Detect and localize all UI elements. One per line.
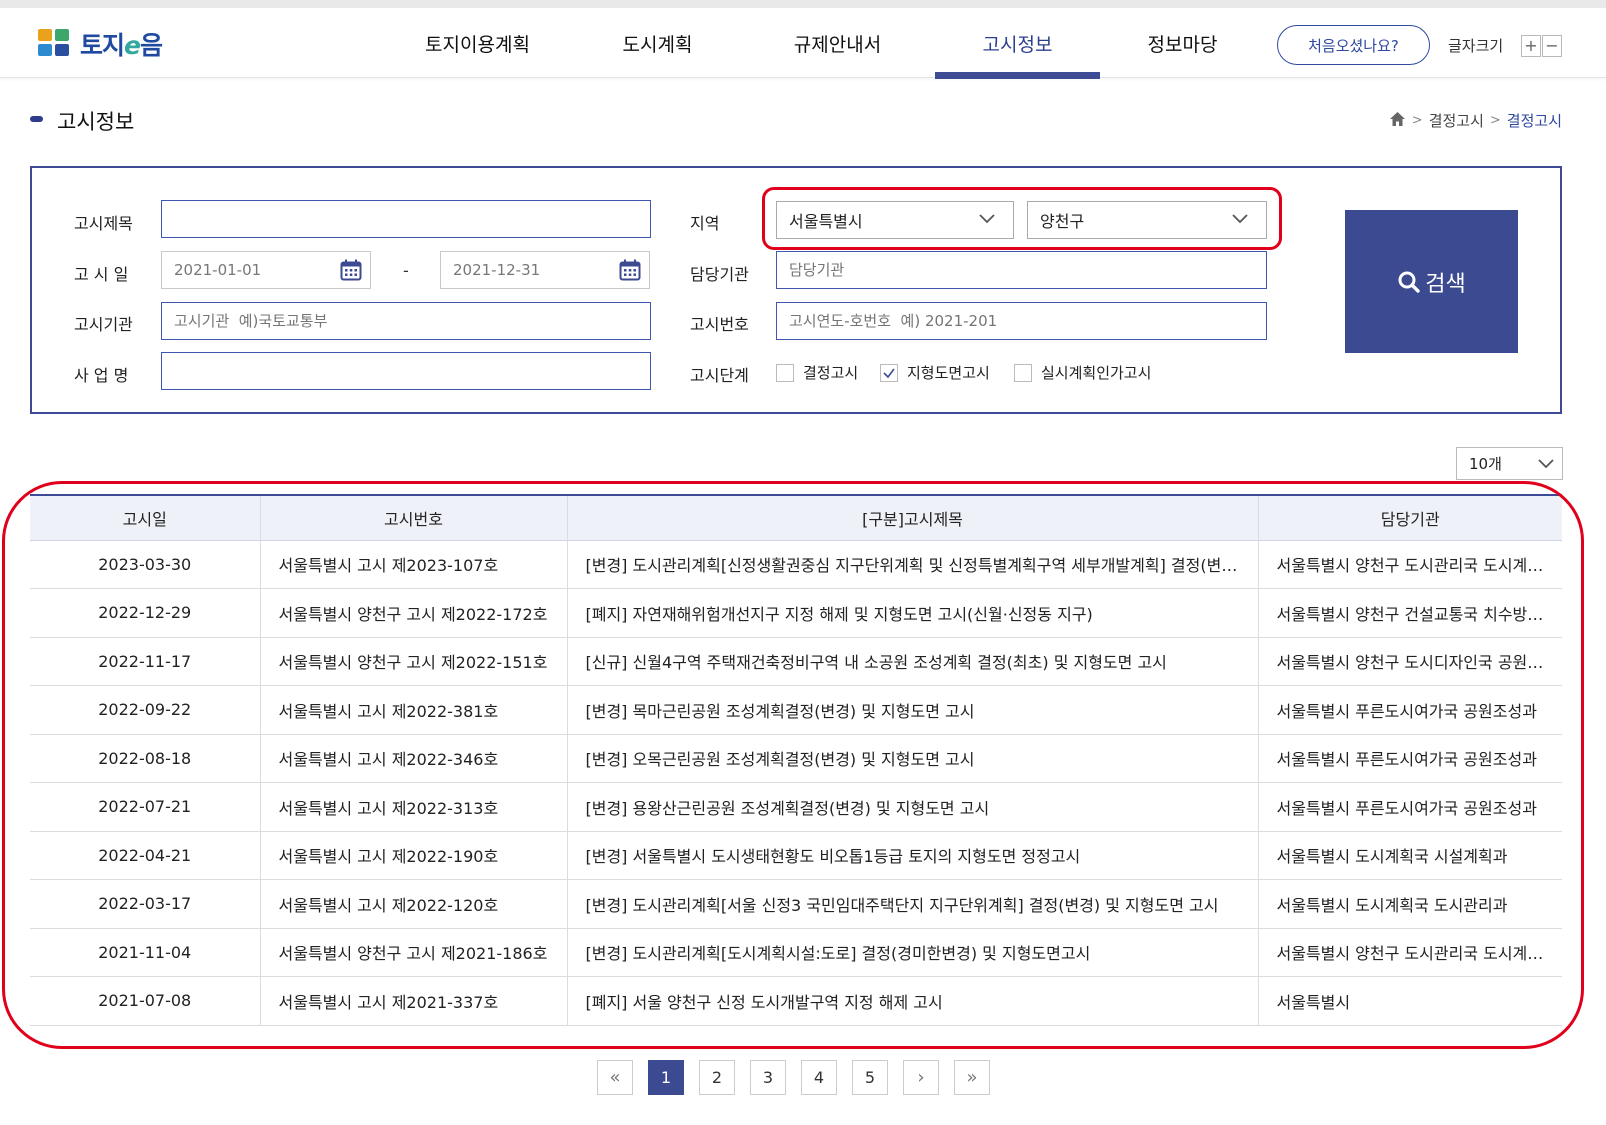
calendar-icon[interactable]	[619, 259, 641, 281]
nav-item-land-use-plan[interactable]: 토지이용계획	[380, 8, 575, 78]
page-button-2[interactable]: 2	[699, 1060, 735, 1095]
stage-checkbox-implementation[interactable]: 실시계획인가고시	[1014, 362, 1151, 383]
results-highlight-annotation	[2, 481, 1584, 1049]
chevron-down-icon	[1538, 459, 1554, 469]
calendar-icon[interactable]	[340, 259, 362, 281]
region-label: 지역	[690, 214, 720, 233]
page-button-1[interactable]: 1	[648, 1060, 684, 1095]
notice-number-label: 고시번호	[690, 315, 749, 334]
font-decrease-button[interactable]: −	[1542, 35, 1562, 57]
page-title: 고시정보	[57, 110, 135, 134]
nav-item-info-plaza[interactable]: 정보마당	[1100, 8, 1265, 78]
checkbox[interactable]	[1014, 363, 1032, 382]
breadcrumb-item[interactable]: 결정고시	[1429, 110, 1484, 131]
page-button-5[interactable]: 5	[852, 1060, 888, 1095]
checkbox[interactable]	[776, 363, 794, 382]
checkbox-checked[interactable]	[880, 363, 898, 382]
site-header: 토지e음 토지이용계획 도시계획 규제안내서 고시정보 정보마당 처음오셨나요?…	[0, 8, 1606, 79]
logo-text: 토지e음	[80, 31, 163, 60]
first-visit-button[interactable]: 처음오셨나요?	[1277, 25, 1430, 65]
search-button[interactable]: 검색	[1345, 210, 1518, 353]
breadcrumb-current: 결정고시	[1506, 112, 1562, 130]
date-to-input[interactable]: 2021-12-31	[440, 251, 650, 289]
date-from-input[interactable]: 2021-01-01	[161, 251, 371, 289]
nav-item-urban-plan[interactable]: 도시계획	[575, 8, 740, 78]
page-button-4[interactable]: 4	[801, 1060, 837, 1095]
page-button-3[interactable]: 3	[750, 1060, 786, 1095]
breadcrumb: > 결정고시 > 결정고시	[1389, 110, 1562, 131]
agency-label: 고시기관	[74, 315, 133, 334]
agency-input[interactable]	[161, 302, 651, 340]
first-page-button[interactable]: «	[597, 1060, 633, 1095]
title-marker	[30, 116, 43, 122]
date-label: 고 시 일	[74, 265, 129, 284]
home-icon[interactable]	[1389, 111, 1406, 131]
project-name-input[interactable]	[161, 352, 651, 390]
stage-checkbox-topographic[interactable]: 지형도면고시	[880, 362, 990, 383]
date-range-separator: -	[403, 261, 409, 280]
notice-number-input[interactable]	[776, 302, 1267, 340]
next-page-button[interactable]: ›	[903, 1060, 939, 1095]
stage-label: 고시단계	[690, 366, 749, 385]
region-highlight-annotation	[762, 187, 1282, 250]
project-label: 사 업 명	[74, 366, 129, 385]
department-label: 담당기관	[690, 265, 749, 284]
search-icon	[1398, 271, 1420, 293]
pagination: « 1 2 3 4 5 › »	[597, 1060, 990, 1095]
nav-item-notice-info[interactable]: 고시정보	[935, 8, 1100, 79]
stage-checkbox-decision[interactable]: 결정고시	[776, 362, 858, 383]
department-input[interactable]	[776, 251, 1267, 289]
check-icon	[883, 368, 895, 378]
title-input[interactable]	[161, 200, 651, 238]
site-logo[interactable]: 토지e음	[38, 28, 163, 60]
title-label: 고시제목	[74, 214, 133, 233]
top-strip	[0, 0, 1606, 8]
page-size-select[interactable]: 10개	[1456, 447, 1563, 480]
logo-icon	[38, 29, 72, 59]
nav-item-regulation-guide[interactable]: 규제안내서	[740, 8, 935, 78]
font-increase-button[interactable]: +	[1521, 35, 1541, 57]
font-size-label: 글자크기	[1448, 37, 1504, 55]
last-page-button[interactable]: »	[954, 1060, 990, 1095]
breadcrumb-separator-icon: >	[1489, 113, 1501, 128]
main-nav: 토지이용계획 도시계획 규제안내서 고시정보 정보마당	[380, 8, 1265, 79]
breadcrumb-separator-icon: >	[1411, 113, 1423, 128]
